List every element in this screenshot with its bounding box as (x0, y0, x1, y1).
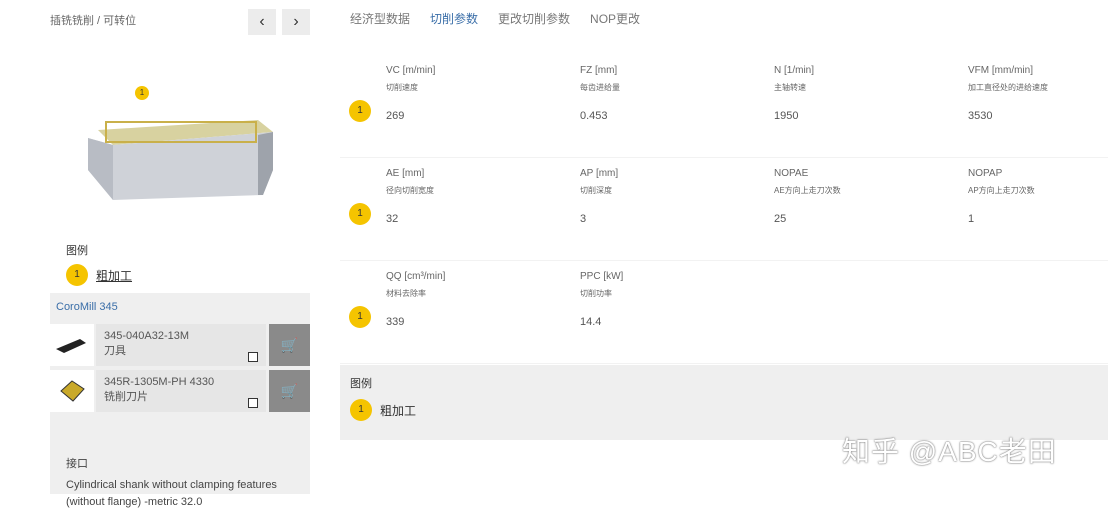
external-link-icon[interactable] (248, 352, 258, 362)
prev-button[interactable]: ‹ (248, 9, 276, 35)
tab-economic-data[interactable]: 经济型数据 (350, 10, 410, 27)
item-type: 刀具 (104, 345, 126, 357)
parameter-row: 1 QQ [cm³/min] 材料去除率 339 PPC [kW] 切削功率 14.4 (340, 261, 1108, 364)
parameter-description: 切削速度 (386, 83, 418, 92)
parameter-value: 32 (386, 213, 399, 225)
bottom-legend: 图例 1 粗加工 (340, 365, 1108, 440)
legend-badge: 1 (66, 264, 88, 286)
parameter-value: 339 (386, 316, 405, 328)
product-item: 345R-1305M-PH 4330 铣削刀片 🛒 (50, 370, 310, 412)
parameter-code: N [1/min] (774, 65, 815, 76)
add-to-cart-button[interactable]: 🛒 (269, 370, 310, 412)
parameter-value: 0.453 (580, 110, 608, 122)
add-to-cart-button[interactable]: 🛒 (269, 324, 310, 366)
tab-nop-change[interactable]: NOP更改 (590, 10, 640, 27)
insert-image (50, 370, 94, 412)
interface-title: 接口 (66, 458, 88, 470)
parameter-description: 材料去除率 (386, 289, 426, 298)
interface-text: Cylindrical shank without clamping featu… (66, 479, 277, 508)
parameter-cell: AP [mm] 切削深度 3 (580, 168, 760, 225)
parameter-description: 主轴转速 (774, 83, 806, 92)
parameter-code: FZ [mm] (580, 65, 618, 76)
row-badge: 1 (349, 100, 371, 122)
parameter-value: 1 (968, 213, 975, 225)
parameter-code: AE [mm] (386, 168, 425, 179)
parameter-code: NOPAP (968, 168, 1003, 179)
diagram-badge: 1 (135, 86, 149, 100)
parameter-row: 1 VC [m/min] 切削速度 269 FZ [mm] 每齿进给量 0.453 N [1/… (340, 55, 1108, 158)
next-button[interactable]: › (282, 9, 310, 35)
parameter-code: QQ [cm³/min] (386, 271, 446, 282)
legend-title: 图例 (350, 378, 372, 390)
parameter-description: AE方向上走刀次数 (774, 186, 841, 195)
parameter-cell: AE [mm] 径向切削宽度 32 (386, 168, 566, 225)
parameter-cell: NOPAE AE方向上走刀次数 25 (774, 168, 954, 225)
cutter-image (50, 324, 94, 366)
parameter-description: 切削功率 (580, 289, 612, 298)
product-title[interactable]: CoroMill 345 (50, 293, 310, 323)
item-type: 铣削刀片 (104, 391, 148, 403)
tab-bar: 经济型数据 切削参数 更改切削参数 NOP更改 (350, 10, 640, 27)
parameter-description: 切削深度 (580, 186, 612, 195)
legend-badge: 1 (350, 399, 372, 421)
legend-label: 粗加工 (380, 403, 417, 418)
parameter-code: VC [m/min] (386, 65, 436, 76)
product-item: 345-040A32-13M 刀具 🛒 (50, 324, 310, 366)
parameter-cell: VFM [mm/min] 加工直径处的进给速度 3530 (968, 65, 1108, 122)
item-code[interactable]: 345-040A32-13M (104, 329, 258, 344)
breadcrumb[interactable]: 插铣铣削 / 可转位 (50, 12, 136, 28)
parameter-code: NOPAE (774, 168, 809, 179)
cart-icon: 🛒 (280, 337, 299, 353)
parameter-cell: FZ [mm] 每齿进给量 0.453 (580, 65, 760, 122)
legend-item: 1 粗加工 (66, 264, 132, 286)
parameter-code: AP [mm] (580, 168, 619, 179)
watermark: 知乎 @ABC老田 (842, 436, 1057, 467)
parameter-cell: QQ [cm³/min] 材料去除率 339 (386, 271, 566, 328)
parameter-value: 1950 (774, 110, 799, 122)
parameter-value: 3 (580, 213, 587, 225)
tab-cutting-parameters[interactable]: 切削参数 (430, 10, 478, 27)
parameter-description: AP方向上走刀次数 (968, 186, 1035, 195)
legend-label: 粗加工 (96, 268, 133, 283)
tab-change-cutting-parameters[interactable]: 更改切削参数 (498, 10, 570, 27)
external-link-icon[interactable] (248, 398, 258, 408)
parameter-value: 14.4 (580, 316, 602, 328)
parameter-code: VFM [mm/min] (968, 65, 1033, 76)
item-code[interactable]: 345R-1305M-PH 4330 (104, 375, 258, 390)
parameter-description: 每齿进给量 (580, 83, 620, 92)
row-badge: 1 (349, 306, 371, 328)
left-panel: 插铣铣削 / 可转位 ‹ › 1 图例 1 粗加工 CoroMill 345 3… (0, 0, 320, 508)
parameter-value: 3530 (968, 110, 993, 122)
parameter-value: 25 (774, 213, 787, 225)
parameter-code: PPC [kW] (580, 271, 624, 282)
parameter-cell: VC [m/min] 切削速度 269 (386, 65, 566, 122)
row-badge: 1 (349, 203, 371, 225)
workpiece-diagram (88, 110, 278, 210)
parameter-row: 1 AE [mm] 径向切削宽度 32 AP [mm] 切削深度 3 NOPAE AE方向上走刀… (340, 158, 1108, 261)
parameter-table: 1 VC [m/min] 切削速度 269 FZ [mm] 每齿进给量 0.453 N [1/… (340, 55, 1108, 364)
cart-icon: 🛒 (280, 383, 299, 399)
parameter-value: 269 (386, 110, 405, 122)
parameter-description: 加工直径处的进给速度 (968, 83, 1048, 92)
product-panel: CoroMill 345 345-040A32-13M 刀具 🛒 345R-130… (50, 293, 310, 508)
parameter-cell: NOPAP AP方向上走刀次数 1 (968, 168, 1108, 225)
parameter-cell: PPC [kW] 切削功率 14.4 (580, 271, 760, 328)
legend-title: 图例 (66, 245, 88, 257)
parameter-description: 径向切削宽度 (386, 186, 434, 195)
parameter-cell: N [1/min] 主轴转速 1950 (774, 65, 954, 122)
